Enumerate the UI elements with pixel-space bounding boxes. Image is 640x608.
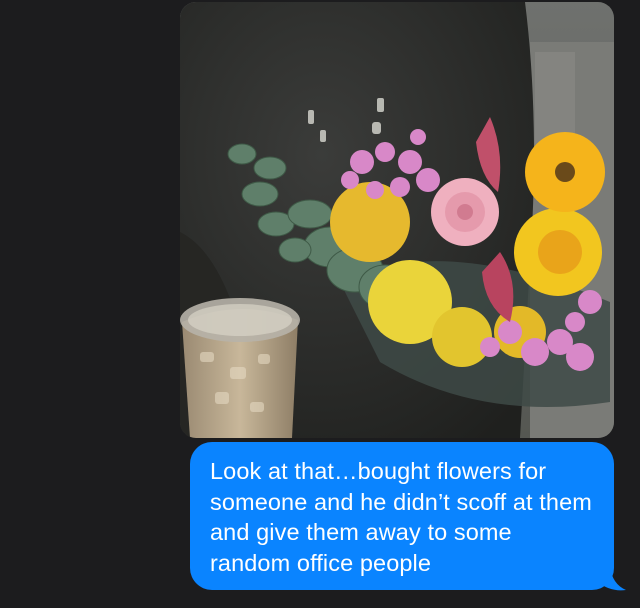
bubble-tail — [598, 566, 626, 591]
flower-bouquet-photo — [180, 2, 614, 438]
message-thread: Look at that…bought flowers for someone … — [0, 0, 640, 608]
message-text: Look at that…bought flowers for someone … — [210, 458, 592, 576]
photo-message-attachment[interactable] — [180, 2, 614, 438]
outgoing-message-bubble[interactable]: Look at that…bought flowers for someone … — [190, 442, 614, 590]
